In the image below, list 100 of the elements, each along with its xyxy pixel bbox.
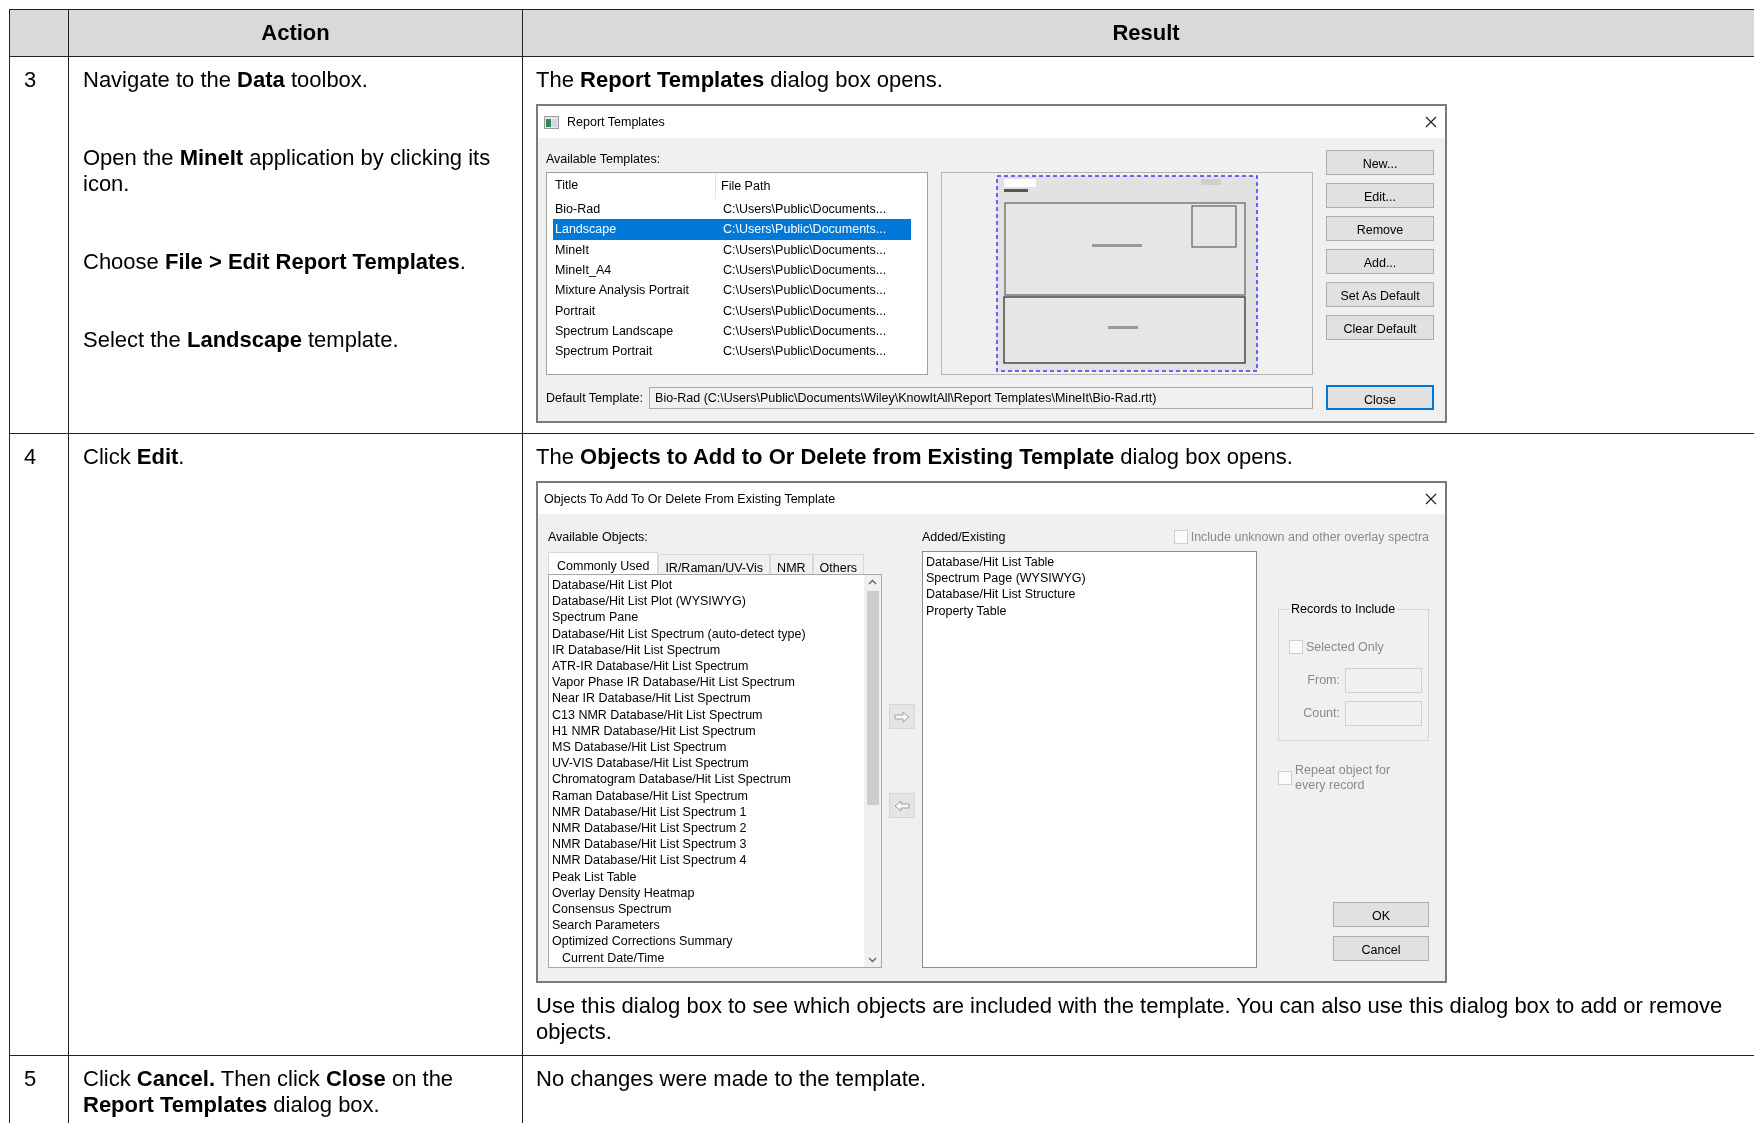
list-item[interactable]: C13 NMR Database/Hit List Spectrum [552,706,864,723]
result-text: The Objects to Add to Or Delete from Existing Template dialog box opens. [536,444,1294,470]
dialog-button[interactable]: Set As Default [1326,282,1434,307]
remove-object-button[interactable] [889,793,915,818]
template-row[interactable]: Spectrum Portrait C:\Users\Public\Documents... [553,341,911,362]
list-item[interactable]: Database/Hit List Spectrum (auto-detect type) [552,625,864,642]
template-row[interactable]: Mixture Analysis Portrait C:\Users\Public\Documents... [553,280,911,301]
column-header: Action [68,9,523,57]
dialog-button[interactable]: New... [1326,150,1434,175]
template-path: C:\Users\Public\Documents... [722,282,887,300]
column-header: Result [522,9,1754,57]
list-item[interactable]: Database/Hit List Plot [552,577,864,594]
list-item[interactable]: H1 NMR Database/Hit List Spectrum [552,722,864,740]
tab[interactable]: Others [812,554,865,574]
list-item[interactable]: Near IR Database/Hit List Spectrum [552,690,864,707]
template-path: C:\Users\Public\Documents... [722,221,887,239]
field-label: Default Template: [546,390,644,407]
list-item[interactable]: MS Database/Hit List Spectrum [552,739,864,756]
list-item[interactable]: Spectrum Pane [552,609,864,626]
template-title: Spectrum Portrait [554,343,654,361]
column-header[interactable]: Title [553,173,716,199]
template-row[interactable]: Bio-Rad C:\Users\Public\Documents... [553,199,911,220]
template-row[interactable]: MineIt C:\Users\Public\Documents... [553,239,911,260]
step-number: 4 [24,444,37,469]
list-label: Available Objects: [548,529,649,546]
list-label: Added/Existing [922,529,1006,546]
list-item[interactable]: UV-VIS Database/Hit List Spectrum [552,755,864,772]
list-item[interactable]: Database/Hit List Table [926,554,1256,571]
tab[interactable]: NMR [770,554,813,574]
list-item[interactable]: Chromatogram Database/Hit List Spectrum [552,771,864,788]
close-button[interactable]: Close [1326,385,1434,410]
add-object-button[interactable] [889,704,915,729]
list-item[interactable]: NMR Database/Hit List Spectrum 1 [552,803,864,821]
dialog-button[interactable]: Remove [1326,216,1434,241]
note-text: Use this dialog box to see which objects are included with the template. You can also use this dialog box to add or remove objects. [536,993,1724,1045]
tab[interactable]: Commonly Used [548,552,659,574]
scroll-thumb[interactable] [866,591,879,805]
checkbox-label: Selected Only [1306,639,1384,656]
caret-down-icon[interactable] [868,957,877,963]
list-item[interactable]: Optimized Corrections Summary [552,933,864,950]
list-item[interactable]: Database/Hit List Structure [926,586,1256,603]
template-path: C:\Users\Public\Documents... [722,201,887,219]
template-path: C:\Users\Public\Documents... [722,262,887,280]
group-title: Records to Include [1290,601,1397,618]
list-item[interactable]: NMR Database/Hit List Spectrum 3 [552,836,864,853]
template-path: C:\Users\Public\Documents... [722,302,887,320]
caret-up-icon[interactable] [868,579,877,585]
field-label: From: [1306,672,1340,689]
instruction-text: Navigate to the Data toolbox. [83,67,369,93]
list-item[interactable]: Current Date/Time [552,949,864,966]
instruction-text: Click Edit. [83,444,186,470]
template-title: Landscape [554,221,618,239]
scrollbar[interactable] [864,575,881,967]
instruction-text: Select the Landscape template. [83,327,400,353]
list-label: Available Templates: [546,151,662,168]
list-item[interactable]: Property Table [926,602,1256,619]
dialog-button[interactable]: Add... [1326,249,1434,274]
added-object-list[interactable]: Database/Hit List Table Spectrum Page (WYSIWYG) Database/Hit List Structure Property Table [922,551,1257,968]
arrow-right-icon [894,710,910,723]
template-row[interactable]: MineIt_A4 C:\Users\Public\Documents... [553,259,911,281]
template-title: Portrait [554,302,597,320]
instruction-text: Open the MineIt application by clicking its icon. [83,145,492,197]
template-row[interactable]: Portrait C:\Users\Public\Documents... [553,300,911,321]
template-path: C:\Users\Public\Documents... [722,322,887,340]
step-number: 3 [24,67,37,92]
dialog-button[interactable]: OK [1333,902,1429,927]
list-item[interactable]: IR Database/Hit List Spectrum [552,641,864,658]
default-template-field[interactable]: Bio-Rad (C:\Users\Public\Documents\Wiley\KnowItAll\Report Templates\MineIt\Bio-Rad.rtt) [649,387,1313,409]
result-text: The Report Templates dialog box opens. [536,67,944,93]
dialog-button[interactable]: Clear Default [1326,315,1434,340]
list-item[interactable]: Vapor Phase IR Database/Hit List Spectrum [552,674,864,691]
list-item[interactable]: Spectrum Page (WYSIWYG) [926,570,1256,587]
dialog-title: Objects To Add To Or Delete From Existing Template [544,490,837,508]
instruction-text: Click Cancel. Then click Close on the Report Templates dialog box. [83,1066,455,1118]
list-item[interactable]: Raman Database/Hit List Spectrum [552,787,864,804]
list-item[interactable]: Database/Hit List Plot (WYSIWYG) [552,593,864,610]
template-row[interactable]: Spectrum Landscape C:\Users\Public\Documents... [553,320,911,342]
template-title: MineIt [554,241,591,259]
dialog-button[interactable]: Cancel [1333,936,1429,961]
object-list[interactable] [548,574,882,968]
column-header[interactable]: File Path [716,173,771,199]
template-row[interactable]: Landscape C:\Users\Public\Documents... [553,219,911,240]
list-item[interactable]: NMR Database/Hit List Spectrum 2 [552,820,864,837]
list-item[interactable]: Overlay Density Heatmap [552,884,864,902]
list-item[interactable]: Peak List Table [552,868,864,885]
template-title: Bio-Rad [554,201,602,219]
tab[interactable]: IR/Raman/UV-Vis [658,554,771,574]
list-item[interactable]: ATR-IR Database/Hit List Spectrum [552,658,864,675]
dialog-title: Report Templates [567,114,666,131]
template-path: C:\Users\Public\Documents... [722,241,887,259]
template-list[interactable] [546,172,928,375]
window-icon [544,115,559,129]
close-icon[interactable] [1425,492,1437,505]
template-title: MineIt_A4 [554,262,613,280]
dialog-button[interactable]: Edit... [1326,183,1434,208]
list-item[interactable]: NMR Database/Hit List Spectrum 4 [552,852,864,869]
close-icon[interactable] [1425,116,1437,128]
list-item[interactable]: Search Parameters [552,917,864,934]
list-item[interactable]: Consensus Spectrum [552,901,864,918]
template-title: Mixture Analysis Portrait [554,282,691,300]
